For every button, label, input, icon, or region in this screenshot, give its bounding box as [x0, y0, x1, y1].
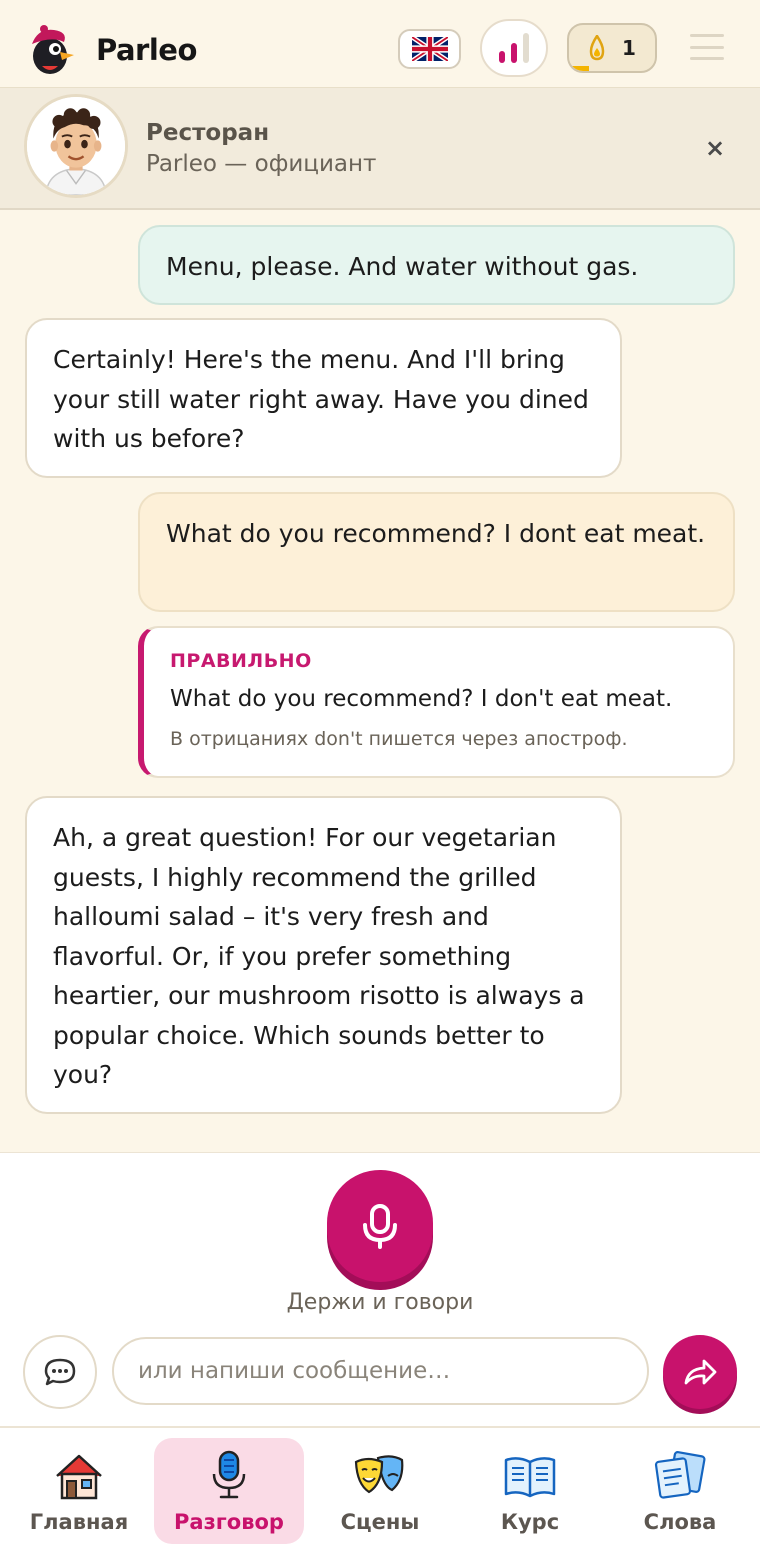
correction-text: What do you recommend? I don't eat meat. [170, 686, 673, 712]
text-mode-button[interactable] [23, 1335, 97, 1409]
hamburger-line [690, 34, 724, 37]
waiter-avatar [24, 94, 128, 198]
coin-progress-bar [569, 66, 589, 71]
nav-label: Слова [643, 1510, 717, 1534]
nav-label: Главная [29, 1510, 129, 1534]
hamburger-line [690, 45, 724, 49]
house-icon [56, 1454, 102, 1500]
message-input[interactable] [112, 1337, 649, 1405]
correction-note: В отрицаниях don't пишется через апостро… [170, 728, 628, 750]
microphone-icon [212, 1450, 246, 1499]
uk-flag-icon [411, 37, 448, 61]
nav-item-conversation[interactable]: Разговор [154, 1438, 304, 1544]
scene-title: Ресторан [146, 120, 270, 146]
microphone-icon [363, 1204, 397, 1249]
parrot-logo-icon [32, 25, 74, 74]
language-button[interactable] [398, 29, 461, 69]
stats-button[interactable] [480, 19, 548, 77]
waiter-portrait-icon [27, 97, 125, 195]
app-logo[interactable]: Parleo [24, 22, 197, 78]
nav-item-words[interactable]: Слова [605, 1438, 755, 1544]
hold-to-talk-label: Держи и говори [286, 1290, 474, 1315]
send-button[interactable] [663, 1335, 737, 1409]
share-arrow-icon [684, 1359, 717, 1385]
chat-bubble-icon [44, 1358, 76, 1386]
flame-icon [589, 35, 605, 61]
correction-label: ПРАВИЛЬНО [170, 650, 312, 672]
hamburger-line [690, 57, 724, 60]
menu-button[interactable] [690, 34, 724, 60]
bot-message: Ah, a great question! For our vegetarian… [25, 796, 622, 1114]
nav-label: Разговор [174, 1510, 284, 1534]
close-icon[interactable]: × [700, 133, 730, 163]
scene-subtitle: Parleo — официант [146, 151, 377, 177]
nav-label: Курс [500, 1510, 560, 1534]
user-message: Menu, please. And water without gas. [138, 225, 735, 305]
coin-count: 1 [622, 36, 636, 60]
correction-card: ПРАВИЛЬНО What do you recommend? I don't… [138, 626, 735, 778]
nav-item-scenes[interactable]: Сцены [305, 1438, 455, 1544]
bot-message: Certainly! Here's the menu. And I'll bri… [25, 318, 622, 478]
hold-to-talk-button[interactable] [327, 1170, 433, 1282]
nav-label: Сцены [340, 1510, 420, 1534]
app-name: Parleo [96, 33, 197, 67]
coins-button[interactable]: 1 [567, 23, 657, 73]
signal-bars-icon [499, 33, 529, 63]
nav-item-course[interactable]: Курс [455, 1438, 605, 1544]
theater-masks-icon [354, 1455, 404, 1494]
flashcards-icon [654, 1451, 706, 1499]
book-icon [504, 1457, 556, 1498]
user-message-with-error: What do you recommend? I dont eat meat. [138, 492, 735, 612]
nav-item-home[interactable]: Главная [4, 1438, 154, 1544]
